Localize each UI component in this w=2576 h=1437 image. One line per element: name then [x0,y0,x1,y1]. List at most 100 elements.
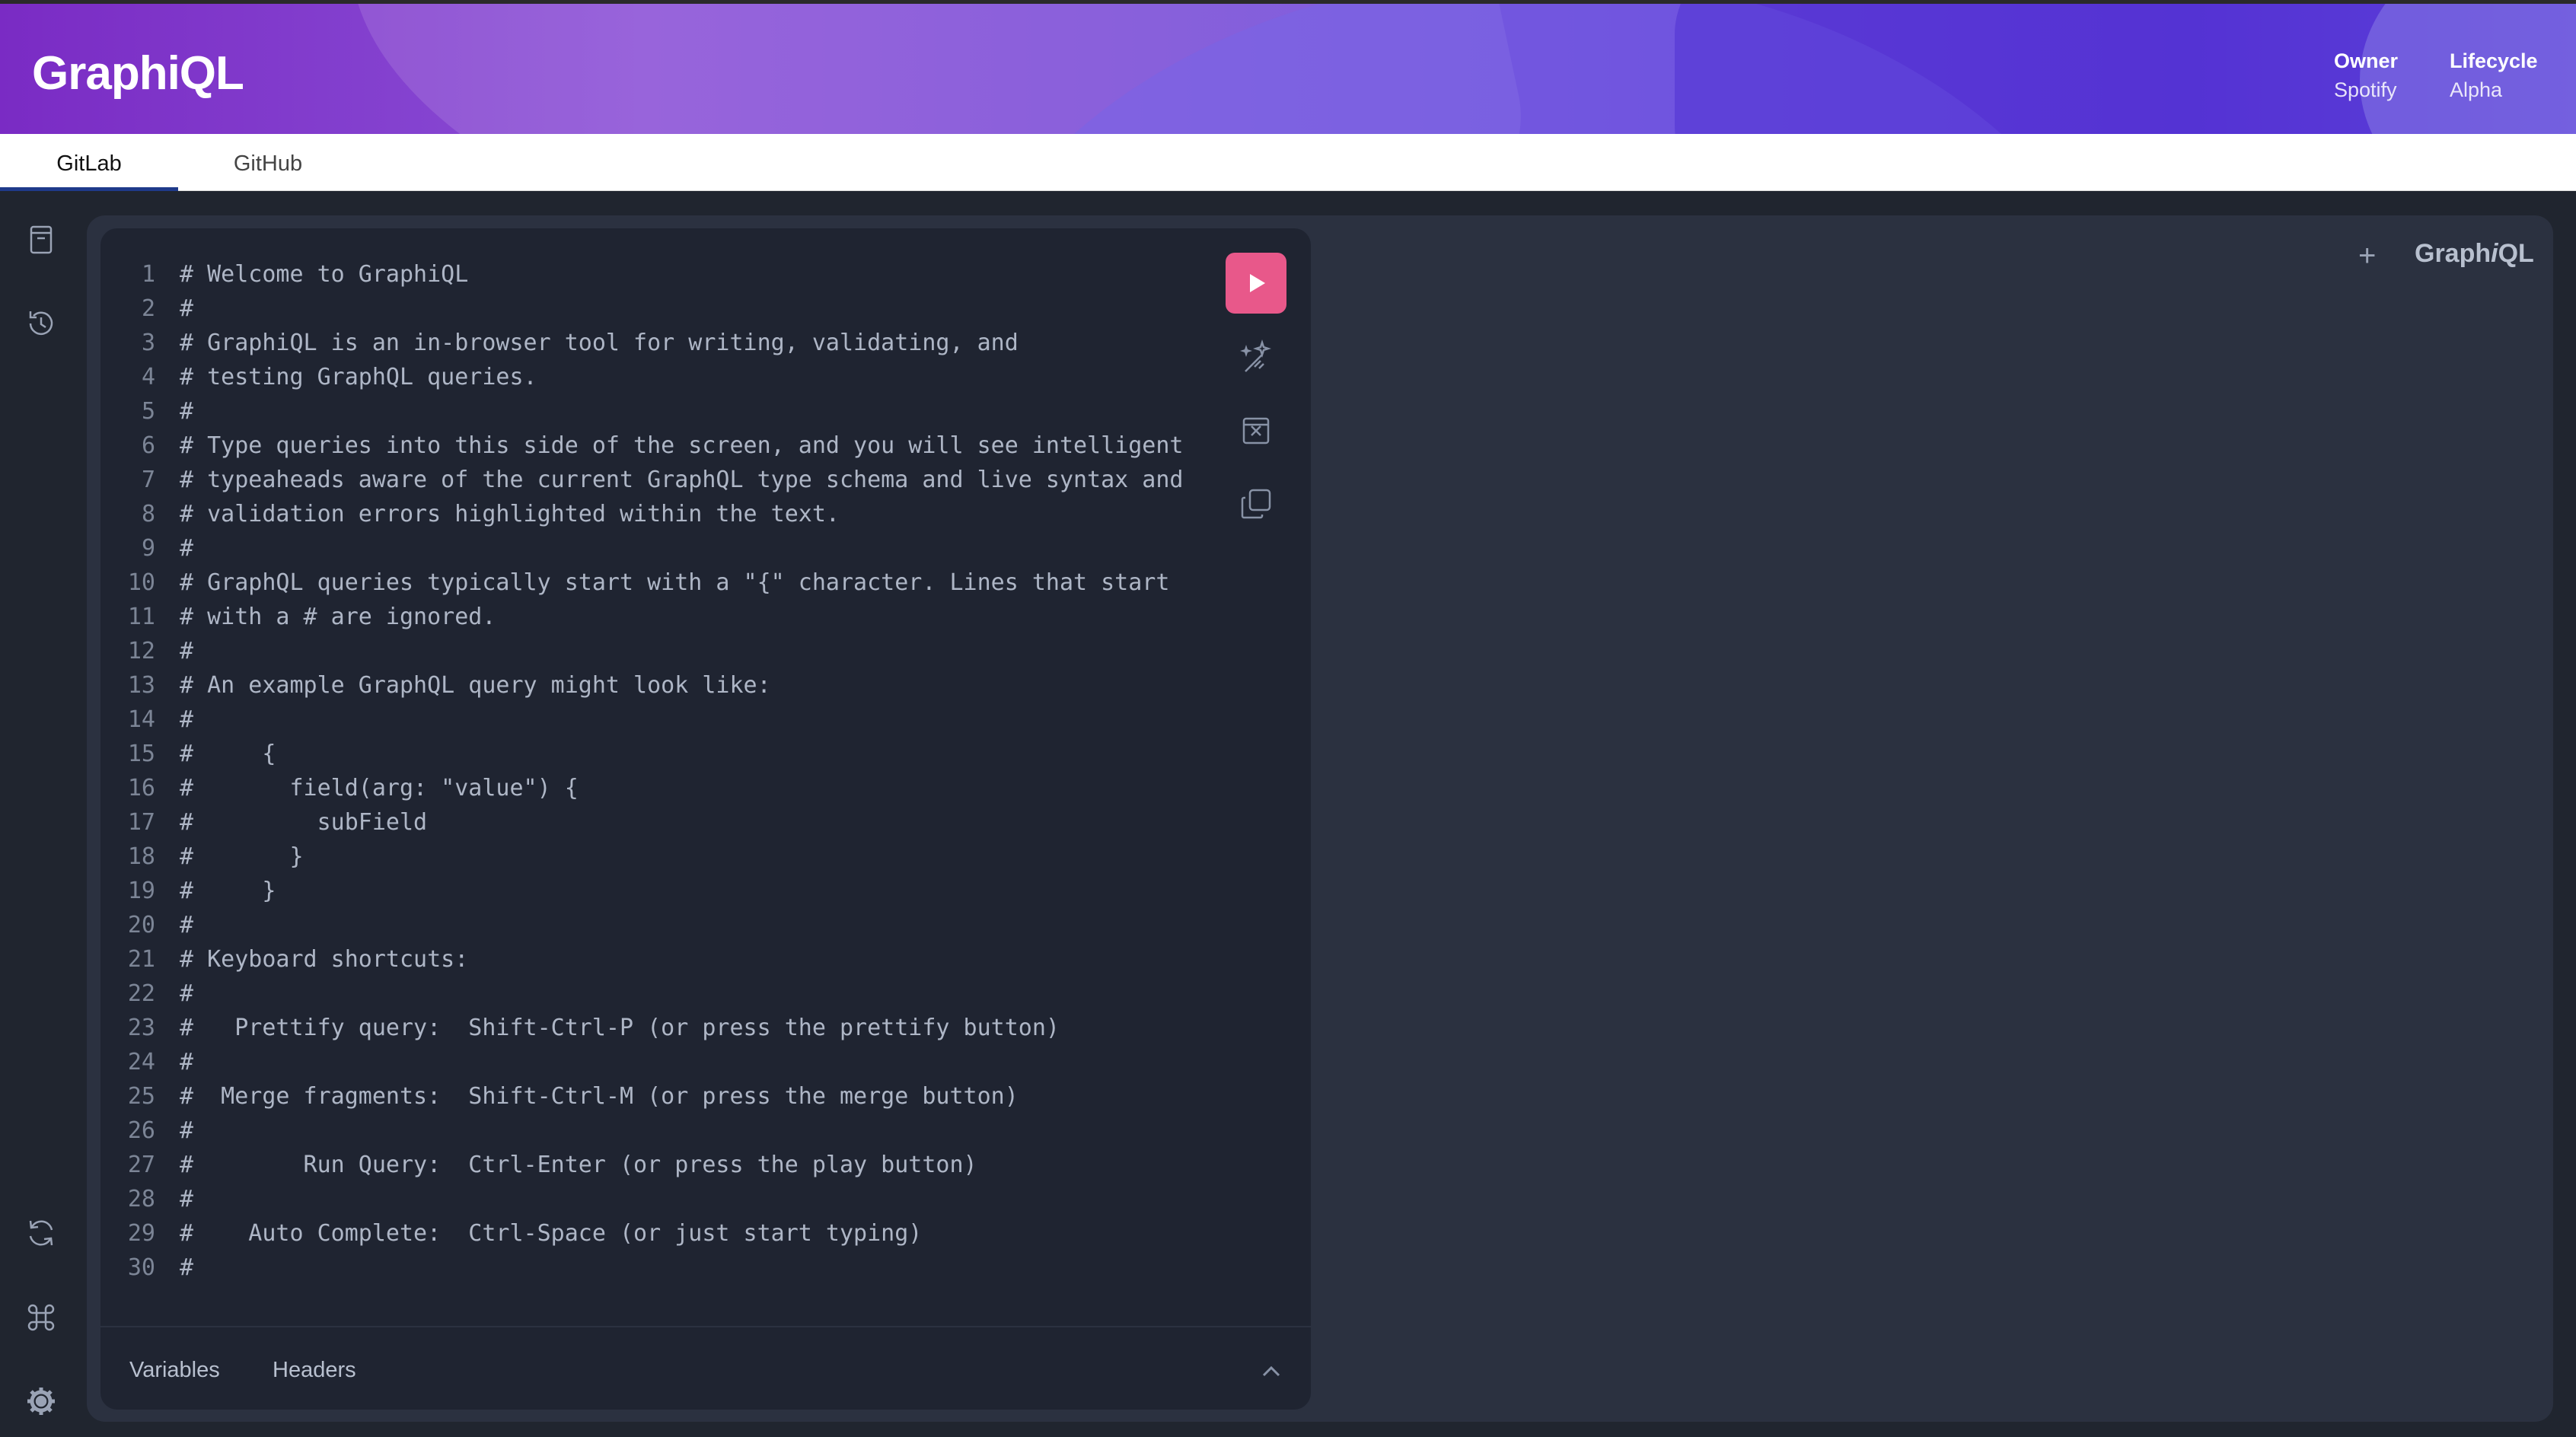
line-number: 6 [141,432,155,459]
line-number: 27 [127,1152,155,1178]
code-line[interactable]: 3 # GraphiQL is an in-browser tool for wr… [100,326,1204,360]
line-text: # [180,1186,194,1212]
line-text: # testing GraphQL queries. [180,364,537,390]
line-text: # GraphiQL is an in-browser tool for wri… [180,330,1019,356]
shortcuts-icon[interactable] [23,1299,59,1336]
code-line[interactable]: 20 # [100,908,1204,942]
code-line[interactable]: 16 # field(arg: "value") { [100,771,1204,805]
line-text: # [180,398,194,425]
code-line[interactable]: 8 # validation errors highlighted within … [100,497,1204,531]
chevron-up-icon[interactable] [1259,1359,1283,1384]
line-text: # subField [180,809,428,836]
line-number: 2 [141,295,155,322]
line-number: 23 [127,1015,155,1041]
line-number: 10 [127,569,155,596]
code-line[interactable]: 11 # with a # are ignored. [100,600,1204,634]
line-number: 30 [127,1254,155,1281]
code-line[interactable]: 17 # subField [100,805,1204,840]
line-number: 5 [141,398,155,425]
code-line[interactable]: 26 # [100,1114,1204,1148]
page-title: GraphiQL [32,47,244,100]
code-line[interactable]: 27 # Run Query: Ctrl-Enter (or press the … [100,1148,1204,1182]
code-line[interactable]: 23 # Prettify query: Shift-Ctrl-P (or pre… [100,1011,1204,1045]
merge-fragments-button[interactable] [1235,409,1277,452]
line-text: # } [180,878,276,904]
line-number: 9 [141,535,155,562]
page-header: GraphiQL Owner Spotify Lifecycle Alpha [0,0,2576,134]
tab-gitlab[interactable]: GitLab [0,134,178,191]
lifecycle-value: Alpha [2450,78,2503,101]
code-line[interactable]: 6 # Type queries into this side of the sc… [100,429,1204,463]
tab-variables[interactable]: Variables [129,1358,220,1383]
line-text: # An example GraphQL query might look li… [180,672,771,699]
line-number: 7 [141,467,155,493]
line-number: 11 [127,604,155,630]
sidebar [0,191,84,1437]
code-line[interactable]: 18 # } [100,840,1204,874]
code-line[interactable]: 19 # } [100,874,1204,908]
line-text: # { [180,741,276,767]
lifecycle-label: Lifecycle [2450,49,2538,72]
line-text: # [180,912,194,938]
code-line[interactable]: 24 # [100,1045,1204,1079]
code-line[interactable]: 1 # Welcome to GraphiQL [100,257,1204,292]
line-text: # Keyboard shortcuts: [180,946,469,973]
graphiql-logo: GraphiQL [2415,239,2534,269]
line-number: 13 [127,672,155,699]
line-text: # } [180,843,304,870]
code-line[interactable]: 22 # [100,977,1204,1011]
history-icon[interactable] [23,305,59,342]
line-number: 8 [141,501,155,527]
line-number: 4 [141,364,155,390]
line-text: # Type queries into this side of the scr… [180,432,1184,459]
docs-icon[interactable] [23,221,59,258]
line-text: # [180,638,194,664]
code-line[interactable]: 9 # [100,531,1204,566]
line-number: 3 [141,330,155,356]
owner-label: Owner [2334,49,2399,72]
copy-icon [1241,489,1271,519]
play-icon [1250,274,1265,292]
line-text: # [180,535,194,562]
line-text: # [180,1117,194,1144]
line-text: # typeaheads aware of the current GraphQ… [180,467,1184,493]
line-number: 17 [127,809,155,836]
query-editor[interactable]: 1 # Welcome to GraphiQL 2 #3 # GraphiQL is a… [100,257,1204,1302]
code-line[interactable]: 29 # Auto Complete: Ctrl-Space (or just s… [100,1216,1204,1251]
copy-query-button[interactable] [1235,483,1277,525]
code-line[interactable]: 21 # Keyboard shortcuts: [100,942,1204,977]
code-line[interactable]: 13 # An example GraphQL query might look … [100,668,1204,703]
owner-info: Owner Spotify [2334,46,2398,104]
line-number: 19 [127,878,155,904]
line-text: # [180,1049,194,1075]
code-line[interactable]: 28 # [100,1182,1204,1216]
code-line[interactable]: 25 # Merge fragments: Shift-Ctrl-M (or pr… [100,1079,1204,1114]
code-line[interactable]: 15 # { [100,737,1204,771]
code-line[interactable]: 12 # [100,634,1204,668]
prettify-icon [1240,339,1271,372]
add-tab-button[interactable]: + [2358,239,2376,273]
run-query-button[interactable] [1226,253,1286,314]
tab-github[interactable]: GitHub [178,134,358,191]
line-text: # [180,980,194,1007]
line-number: 15 [127,741,155,767]
line-number: 16 [127,775,155,801]
line-number: 18 [127,843,155,870]
lifecycle-info: Lifecycle Alpha [2450,46,2538,104]
line-number: 29 [127,1220,155,1247]
line-number: 28 [127,1186,155,1212]
line-text: # with a # are ignored. [180,604,496,630]
code-line[interactable]: 7 # typeaheads aware of the current Graph… [100,463,1204,497]
code-line[interactable]: 4 # testing GraphQL queries. [100,360,1204,394]
line-text: # Run Query: Ctrl-Enter (or press the pl… [180,1152,977,1178]
code-line[interactable]: 14 # [100,703,1204,737]
prettify-button[interactable] [1235,336,1277,379]
code-line[interactable]: 30 # [100,1251,1204,1285]
tab-headers[interactable]: Headers [273,1358,356,1383]
code-line[interactable]: 2 # [100,292,1204,326]
code-line[interactable]: 5 # [100,394,1204,429]
code-line[interactable]: 10 # GraphQL queries typically start with… [100,566,1204,600]
settings-icon[interactable] [23,1383,59,1419]
owner-value[interactable]: Spotify [2334,75,2398,104]
refetch-schema-icon[interactable] [23,1215,59,1251]
